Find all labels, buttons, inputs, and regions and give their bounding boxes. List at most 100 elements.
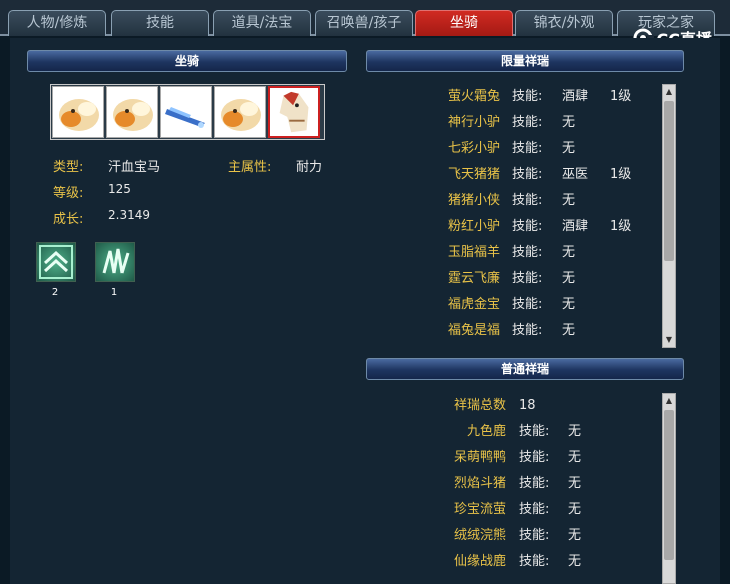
total-value: 18: [519, 398, 536, 413]
mount-skill-icon[interactable]: [36, 242, 76, 282]
skill-value: 无: [568, 528, 582, 543]
skill-label: 技能:: [519, 476, 550, 491]
mount-info: 类型: 汗血宝马 主属性: 耐力 等级: 125 成长: 2.3149: [53, 156, 353, 246]
list-item: 福兔是福 技能: 无: [366, 318, 661, 344]
skill-value: 无: [562, 271, 576, 286]
list-item: 猪猪小侠 技能: 无: [366, 188, 661, 214]
mount-name: 玉脂福羊: [447, 245, 500, 260]
list-item: 烈焰斗猪 技能: 无: [366, 471, 661, 497]
skill-value: 酒肆: [562, 219, 589, 234]
tab-character[interactable]: 人物/修炼: [8, 10, 106, 36]
growth-value: 2.3149: [108, 208, 150, 222]
normal-scrollbar[interactable]: ▲: [662, 393, 676, 584]
skill-claw-icon: [102, 248, 130, 274]
growth-label: 成长:: [53, 212, 84, 227]
normal-panel-header: 普通祥瑞: [366, 358, 684, 380]
skill-label: 技能:: [519, 528, 550, 543]
hoverboard-icon: [165, 107, 205, 128]
sheep-icon: [221, 99, 261, 131]
list-item: 飞天猪猪 技能: 巫医 1级: [366, 162, 661, 188]
skill-label: 技能:: [512, 297, 543, 312]
list-item: 九色鹿 技能: 无: [366, 419, 661, 445]
scroll-up-icon[interactable]: ▲: [663, 86, 675, 98]
mount-slot[interactable]: [214, 86, 266, 138]
tab-outfit[interactable]: 锦衣/外观: [515, 10, 613, 36]
skill-level: 1级: [610, 219, 632, 234]
list-item: 珍宝流萤 技能: 无: [366, 497, 661, 523]
skill-label: 技能:: [512, 141, 543, 156]
skill-label: 技能:: [512, 167, 543, 182]
scroll-thumb[interactable]: [664, 101, 674, 261]
skill-level: 1级: [610, 89, 632, 104]
skill-value: 无: [562, 323, 576, 338]
skill-label: 技能:: [512, 245, 543, 260]
skill-value: 无: [568, 476, 582, 491]
mount-name: 呆萌鸭鸭: [453, 450, 506, 465]
mount-panel-header: 坐骑: [27, 50, 347, 72]
sheep-icon: [59, 99, 99, 131]
total-row: 祥瑞总数 18: [366, 393, 661, 419]
skill-label: 技能:: [519, 450, 550, 465]
scroll-thumb[interactable]: [664, 410, 674, 560]
normal-list: 祥瑞总数 18 九色鹿 技能: 无 呆萌鸭鸭 技能: 无 烈焰斗猪 技能: 无 …: [366, 393, 661, 584]
list-item: 霆云飞廉 技能: 无: [366, 266, 661, 292]
tab-bar: 人物/修炼 技能 道具/法宝 召唤兽/孩子 坐骑 锦衣/外观 玩家之家: [0, 0, 730, 36]
mount-name: 珍宝流萤: [453, 502, 506, 517]
list-item: 玉脂福羊 技能: 无: [366, 240, 661, 266]
tab-skills[interactable]: 技能: [111, 10, 209, 36]
mount-name: 九色鹿: [466, 424, 506, 439]
mount-name: 福兔是福: [447, 323, 500, 338]
skill-value: 酒肆: [562, 89, 589, 104]
list-item: 萤火霜兔 技能: 酒肆 1级: [366, 84, 661, 110]
mount-slot[interactable]: [160, 86, 212, 138]
attr-label: 主属性:: [228, 160, 272, 175]
list-item: 神行小驴 技能: 无: [366, 110, 661, 136]
limited-panel-header: 限量祥瑞: [366, 50, 684, 72]
skill-value: 无: [568, 450, 582, 465]
mount-name: 绒绒浣熊: [453, 528, 506, 543]
skill-value: 无: [562, 193, 576, 208]
skill-value: 无: [562, 141, 576, 156]
mount-name: 烈焰斗猪: [453, 476, 506, 491]
list-item: 七彩小驴 技能: 无: [366, 136, 661, 162]
total-label: 祥瑞总数: [453, 398, 506, 413]
mount-slot[interactable]: [106, 86, 158, 138]
skill-label: 技能:: [512, 89, 543, 104]
list-item: 呆萌鸭鸭 技能: 无: [366, 445, 661, 471]
type-value: 汗血宝马: [108, 160, 161, 175]
skill-value: 无: [562, 115, 576, 130]
tab-items[interactable]: 道具/法宝: [213, 10, 311, 36]
skill-label: 技能:: [512, 219, 543, 234]
level-label: 等级:: [53, 186, 84, 201]
skill-value: 无: [568, 554, 582, 569]
level-value: 125: [108, 182, 131, 196]
skill-value: 无: [568, 424, 582, 439]
limited-scrollbar[interactable]: ▲ ▼: [662, 84, 676, 348]
attr-value: 耐力: [296, 160, 323, 175]
scroll-up-icon[interactable]: ▲: [663, 395, 675, 407]
list-item: 仙缘战鹿 技能: 无: [366, 549, 661, 575]
type-label: 类型:: [53, 160, 84, 175]
skill-label: 技能:: [519, 502, 550, 517]
skill-value: 无: [562, 245, 576, 260]
skill-count: 2: [51, 287, 59, 298]
mount-name: 七彩小驴: [447, 141, 500, 156]
list-item: 绒绒浣熊 技能: 无: [366, 523, 661, 549]
sheep-icon: [113, 99, 153, 131]
skill-level: 1级: [610, 167, 632, 182]
tab-pets[interactable]: 召唤兽/孩子: [315, 10, 413, 36]
mount-name: 粉红小驴: [447, 219, 500, 234]
mount-name: 猪猪小侠: [447, 193, 500, 208]
mount-name: 萤火霜兔: [447, 89, 500, 104]
skill-label: 技能:: [512, 271, 543, 286]
scroll-down-icon[interactable]: ▼: [663, 334, 675, 346]
mount-slot-selected[interactable]: [268, 86, 320, 138]
skill-label: 技能:: [519, 424, 550, 439]
tab-mount[interactable]: 坐骑: [415, 10, 513, 36]
mount-name: 神行小驴: [447, 115, 500, 130]
skill-value: 无: [568, 502, 582, 517]
mount-skill-icon[interactable]: [95, 242, 135, 282]
mount-slots: [50, 84, 325, 140]
mount-slot[interactable]: [52, 86, 104, 138]
mount-name: 飞天猪猪: [447, 167, 500, 182]
